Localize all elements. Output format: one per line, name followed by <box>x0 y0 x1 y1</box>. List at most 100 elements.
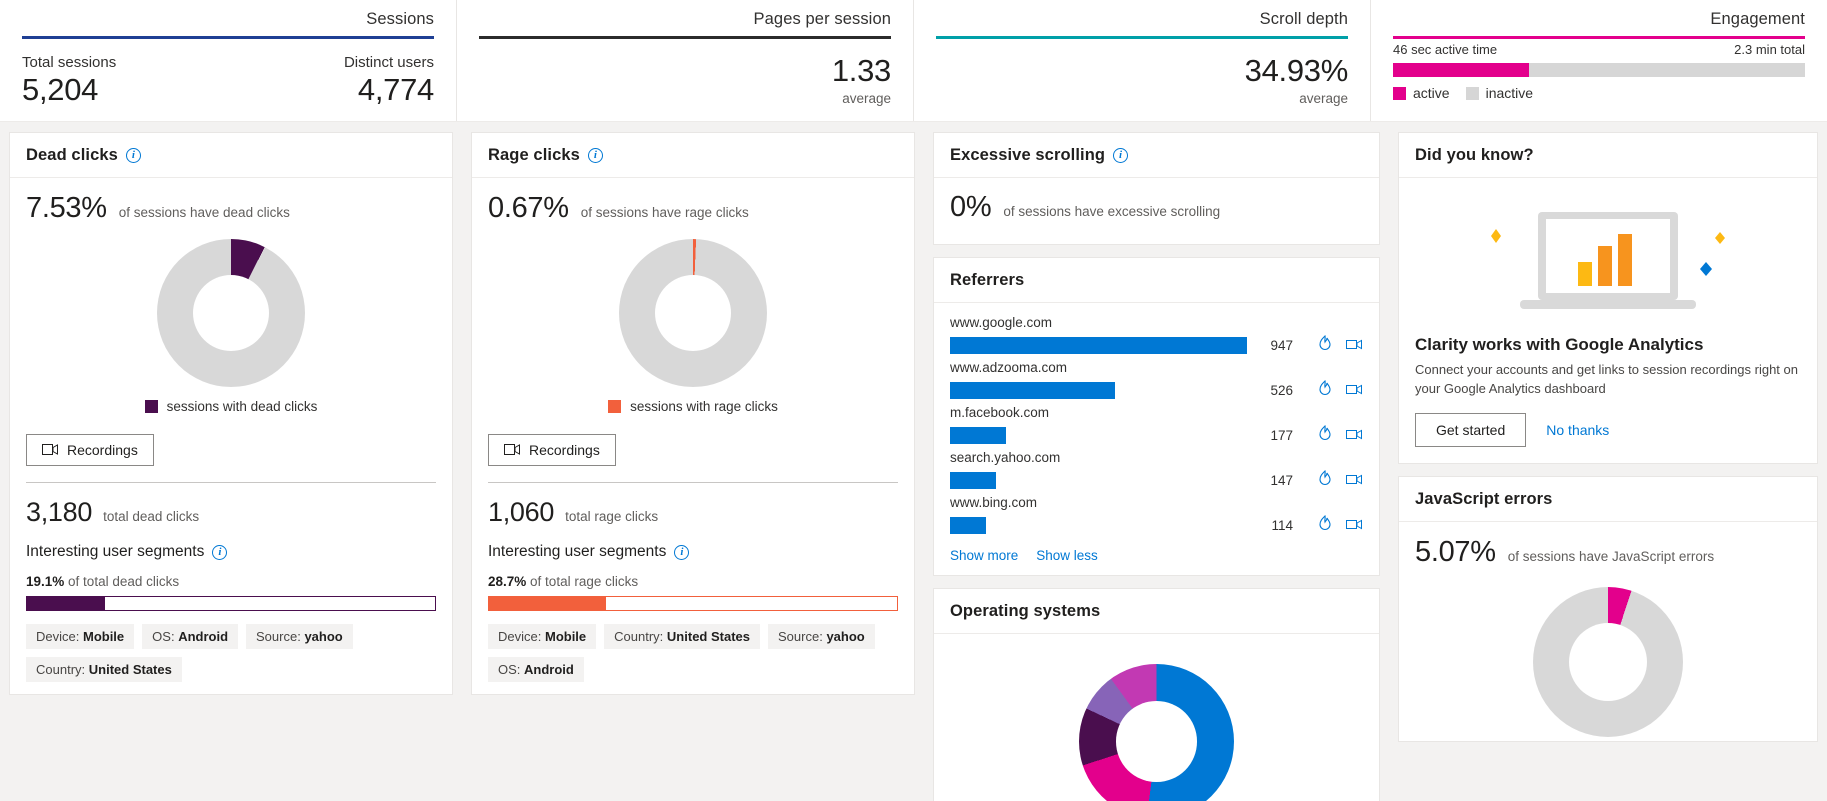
referrer-count: 526 <box>1270 383 1293 398</box>
pages-per-session-block: 1.33 average <box>831 53 891 105</box>
engagement-bar-active-fill <box>1393 63 1529 77</box>
tag-value: United States <box>88 662 172 677</box>
engagement-legend-active: active <box>1393 85 1450 101</box>
flame-icon[interactable] <box>1318 334 1332 356</box>
referrer-count: 177 <box>1270 428 1293 443</box>
info-icon[interactable]: i <box>1113 148 1129 163</box>
dead-clicks-divider <box>26 482 436 483</box>
engagement-legend-inactive: inactive <box>1465 85 1533 101</box>
tag-value: Mobile <box>82 629 125 644</box>
total-sessions-label: Total sessions <box>22 54 117 71</box>
active-swatch <box>1393 86 1406 100</box>
flame-icon[interactable] <box>1318 469 1332 491</box>
dead-clicks-segments-title: Interesting user segments <box>26 543 205 560</box>
get-started-button[interactable]: Get started <box>1415 412 1527 447</box>
scroll-depth-sub: average <box>1299 90 1348 106</box>
scroll-depth-value: 34.93% <box>1244 53 1349 88</box>
referrer-bar-track <box>950 427 1247 444</box>
segment-tag[interactable]: OS: Android <box>488 657 584 682</box>
show-less-link[interactable]: Show less <box>1036 548 1098 563</box>
dead-clicks-total-value: 3,180 <box>26 497 93 527</box>
video-camera-icon[interactable] <box>1346 517 1363 535</box>
referrer-bar-track <box>950 472 1247 489</box>
active-legend-label: active <box>1413 85 1450 101</box>
segment-tag[interactable]: Country: United States <box>604 624 760 649</box>
video-camera-icon[interactable] <box>1346 472 1363 490</box>
card-did-you-know: Did you know? Clarity works with Google … <box>1398 132 1818 464</box>
dead-clicks-segment-bar-fill <box>27 597 105 610</box>
video-camera-icon[interactable] <box>1346 427 1363 445</box>
referrers-title: Referrers <box>950 271 1025 289</box>
engagement-total-label: 2.3 min total <box>1734 42 1805 57</box>
segment-tag[interactable]: Device: Mobile <box>26 624 135 649</box>
scroll-depth-block: 34.93% average <box>1244 53 1349 106</box>
info-icon[interactable]: i <box>125 148 141 163</box>
segment-tag[interactable]: OS: Android <box>142 624 239 649</box>
clarity-dashboard: Sessions Total sessions 5,204 Distinct u… <box>0 0 1827 801</box>
video-camera-icon <box>42 442 58 458</box>
referrer-bar-track <box>950 382 1247 399</box>
segment-tag[interactable]: Source: yahoo <box>768 624 875 649</box>
engagement-legend: active inactive <box>1393 85 1805 101</box>
info-icon[interactable]: i <box>587 148 603 163</box>
kpi-title-sessions: Sessions <box>366 10 434 28</box>
rage-clicks-segments-title: Interesting user segments <box>488 543 667 560</box>
referrer-bar <box>950 337 1247 354</box>
segment-tag[interactable]: Device: Mobile <box>488 624 597 649</box>
rage-clicks-divider <box>488 482 898 483</box>
kpi-card-pages-per-session: Pages per session 1.33 average <box>457 0 914 121</box>
total-sessions-block: Total sessions 5,204 <box>22 54 116 108</box>
flame-icon[interactable] <box>1318 424 1332 446</box>
tag-key: Device: <box>498 629 542 644</box>
referrer-name: search.yahoo.com <box>950 450 1061 465</box>
segment-tag[interactable]: Source: yahoo <box>246 624 353 649</box>
referrer-bar-track <box>950 517 1247 534</box>
column-dead-clicks: Dead clicks i 7.53% of sessions have dea… <box>0 132 462 801</box>
column-center: Excessive scrolling i 0% of sessions hav… <box>924 132 1389 801</box>
tag-value: Android <box>178 629 229 644</box>
referrer-row: search.yahoo.com 147 <box>950 450 1363 491</box>
segment-tag[interactable]: Country: United States <box>26 657 182 682</box>
tag-key: OS: <box>152 629 175 644</box>
info-icon[interactable]: i <box>212 544 228 560</box>
dead-clicks-segment-percent: 19.1% <box>26 574 65 589</box>
referrer-name: www.google.com <box>950 315 1053 330</box>
referrer-row: m.facebook.com 177 <box>950 405 1363 446</box>
tag-key: Country: <box>36 662 86 677</box>
flame-icon[interactable] <box>1318 379 1332 401</box>
dead-clicks-segment-tags: Device: Mobile OS: Android Source: yahoo… <box>26 624 436 682</box>
tag-key: Country: <box>614 629 664 644</box>
flame-icon[interactable] <box>1318 514 1332 536</box>
dead-clicks-donut-chart <box>157 239 305 387</box>
operating-systems-donut-chart <box>1079 664 1234 801</box>
kpi-title-engagement: Engagement <box>1710 10 1805 28</box>
card-operating-systems: Operating systems <box>933 588 1380 801</box>
engagement-bar <box>1393 63 1805 77</box>
pages-per-session-value: 1.33 <box>831 53 891 88</box>
tag-value: Android <box>524 662 574 677</box>
did-you-know-body: Connect your accounts and get links to s… <box>1415 362 1798 396</box>
video-camera-icon[interactable] <box>1346 382 1363 400</box>
no-thanks-link[interactable]: No thanks <box>1546 422 1609 438</box>
referrer-bar <box>950 427 1006 444</box>
excessive-scrolling-percent-desc: of sessions have excessive scrolling <box>1003 204 1221 219</box>
kpi-title-scroll-depth: Scroll depth <box>1259 10 1348 28</box>
referrer-row: www.google.com 947 <box>950 315 1363 356</box>
show-more-link[interactable]: Show more <box>950 548 1018 563</box>
kpi-card-scroll-depth: Scroll depth 34.93% average <box>914 0 1371 121</box>
rage-clicks-title: Rage clicks <box>488 146 580 164</box>
info-icon[interactable]: i <box>674 544 690 560</box>
rage-clicks-segment-desc: of total rage clicks <box>530 574 639 589</box>
tag-key: Source: <box>256 629 301 644</box>
rage-clicks-recordings-button[interactable]: Recordings <box>488 434 616 466</box>
dead-clicks-legend-label: sessions with dead clicks <box>166 399 318 414</box>
rage-clicks-recordings-label: Recordings <box>529 442 600 458</box>
javascript-errors-title: JavaScript errors <box>1415 489 1553 508</box>
rage-clicks-segment-bar <box>488 596 898 611</box>
dead-clicks-percent: 7.53% <box>26 192 107 224</box>
engagement-active-label: 46 sec active time <box>1393 42 1498 57</box>
kpi-accent-rule-engagement <box>1393 36 1805 39</box>
rage-clicks-donut-chart <box>619 239 767 387</box>
dead-clicks-recordings-button[interactable]: Recordings <box>26 434 154 466</box>
video-camera-icon[interactable] <box>1346 337 1363 355</box>
